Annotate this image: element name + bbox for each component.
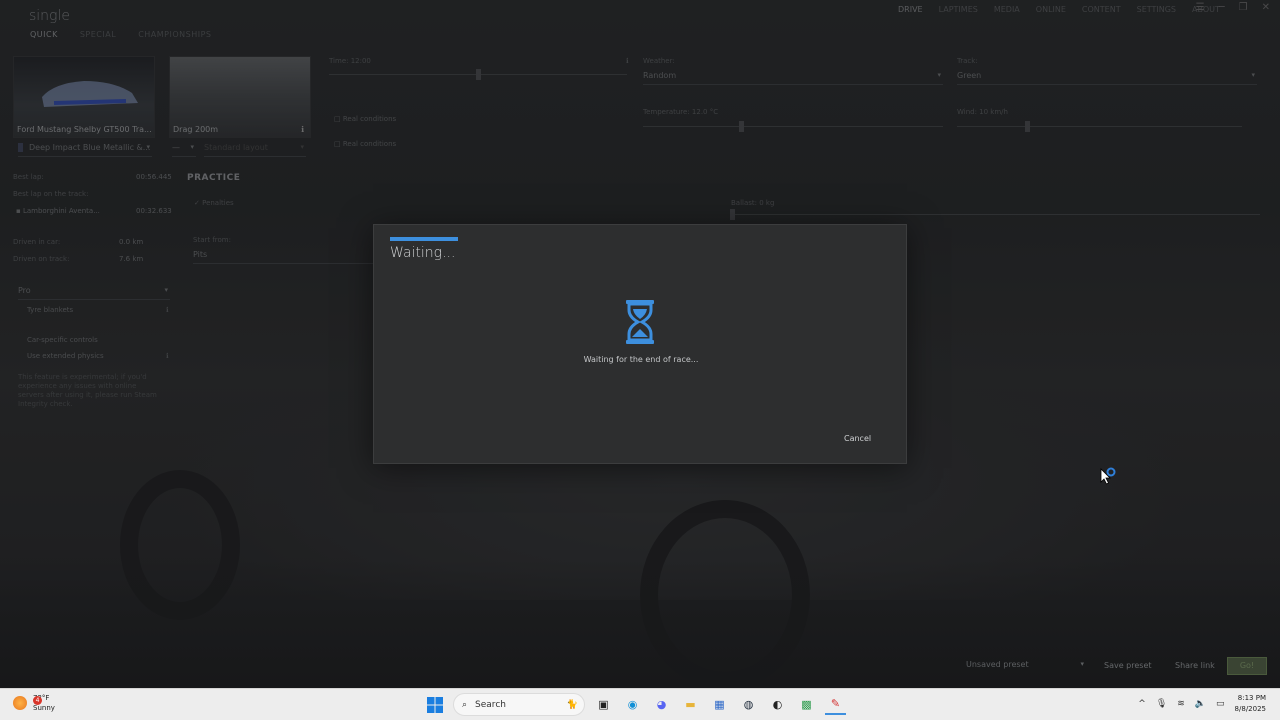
discord-icon[interactable]: ◕: [651, 694, 672, 715]
windows-start-icon[interactable]: [424, 694, 445, 715]
dialog-title: Waiting...: [390, 245, 456, 261]
weather-widget[interactable]: 4 72°F Sunny: [13, 693, 55, 713]
wifi-icon[interactable]: ≋: [1177, 699, 1185, 709]
battery-icon[interactable]: ▭: [1216, 699, 1225, 709]
volume-icon[interactable]: 🔈: [1195, 699, 1206, 709]
microsoft-store-icon[interactable]: ▦: [709, 694, 730, 715]
busy-cursor-icon: [1100, 467, 1116, 485]
app-icon-green[interactable]: ▩: [796, 694, 817, 715]
clock-date: 8/8/2025: [1234, 705, 1266, 713]
assetto-corsa-icon[interactable]: ✎: [825, 694, 846, 715]
taskbar: 4 72°F Sunny ⌕ Search 🐈 ▣ ◉ ◕ ▬ ▦ ◍ ◐ ▩ …: [0, 688, 1280, 720]
steam-icon[interactable]: ◍: [738, 694, 759, 715]
waiting-dialog: Waiting... Waiting for the end of race..…: [373, 224, 907, 464]
save-preset-button[interactable]: Save preset: [1104, 661, 1152, 670]
search-highlight-icon: 🐈: [566, 699, 578, 710]
chevron-up-icon[interactable]: ^: [1138, 699, 1146, 709]
preset-dropdown[interactable]: Unsaved preset ▾: [966, 660, 1086, 674]
file-explorer-icon[interactable]: ▬: [680, 694, 701, 715]
microphone-icon[interactable]: 🎙: [1156, 699, 1167, 709]
task-view-icon[interactable]: ▣: [593, 694, 614, 715]
dialog-progress-bar: [390, 237, 458, 241]
notification-badge: 4: [33, 696, 42, 705]
search-icon: ⌕: [462, 699, 468, 710]
dialog-message: Waiting for the end of race...: [583, 355, 699, 364]
taskbar-center: ⌕ Search 🐈 ▣ ◉ ◕ ▬ ▦ ◍ ◐ ▩ ✎: [424, 693, 846, 716]
taskbar-search[interactable]: ⌕ Search 🐈: [453, 693, 585, 716]
system-tray: ^ 🎙 ≋ 🔈 ▭ 8:13 PM 8/8/2025: [1138, 693, 1266, 715]
sun-icon: [13, 696, 27, 710]
clock-time: 8:13 PM: [1237, 694, 1266, 702]
edge-browser-icon[interactable]: ◉: [622, 694, 643, 715]
go-button[interactable]: Go!: [1227, 657, 1267, 675]
share-link-button[interactable]: Share link: [1175, 661, 1215, 670]
clock[interactable]: 8:13 PM 8/8/2025: [1235, 693, 1266, 715]
chevron-down-icon: ▾: [1080, 660, 1084, 668]
github-desktop-icon[interactable]: ◐: [767, 694, 788, 715]
cancel-button[interactable]: Cancel: [844, 434, 871, 443]
hourglass-icon: [626, 300, 654, 344]
